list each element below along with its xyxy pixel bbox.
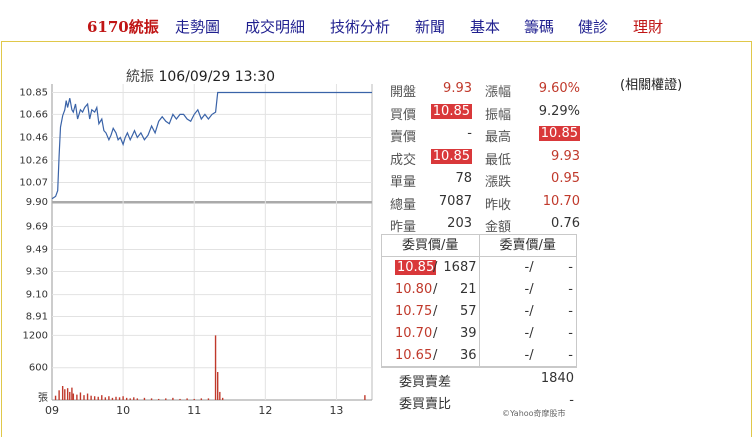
y-tick-label: 10.07	[19, 178, 48, 189]
buy-volume: 39	[459, 326, 477, 341]
buy-price: 10.70	[395, 326, 433, 341]
x-tick-label: 12	[258, 404, 272, 417]
volume-tick-label: 1200	[23, 330, 48, 341]
sell-volume: -	[568, 326, 573, 341]
orderbook-row: 10.70/ 39 -/ -	[382, 323, 576, 345]
sell-volume: -	[568, 304, 573, 319]
y-tick-label: 10.46	[19, 133, 48, 144]
quote-label: 漲跌	[485, 175, 512, 190]
quote-row: 開盤 9.93 漲幅 9.60%	[390, 81, 580, 104]
buy-volume: 36	[459, 348, 477, 363]
sell-price: -/	[524, 282, 534, 297]
ratio-value: -	[569, 393, 574, 408]
separator: /	[433, 260, 438, 275]
diff-label: 委買賣差	[399, 375, 452, 390]
x-tick-label: 09	[45, 404, 59, 417]
orderbook-header: 委買價/量 委賣價/量	[382, 235, 576, 257]
quote-label: 賣價	[390, 130, 417, 145]
quote-value: 203	[447, 216, 472, 231]
quote-value: 7087	[438, 193, 472, 209]
buy-price: 10.85	[395, 260, 437, 275]
quote-row: 總量 7087 昨收 10.70	[390, 194, 580, 217]
volume-tick-label: 600	[29, 363, 48, 374]
quote-label: 買價	[390, 107, 417, 123]
y-tick-label: 10.66	[19, 109, 48, 120]
quote-row: 買價 10.85 振幅 9.29%	[390, 103, 580, 127]
quote-value: 9.29%	[538, 103, 580, 119]
separator: /	[433, 304, 438, 319]
diff-value: 1840	[540, 371, 574, 386]
sell-price: -/	[524, 326, 534, 341]
intraday-chart: 10.85 10.66 10.46 10.26 10.07 9.90 9.69 9.49 9.3…	[19, 84, 373, 417]
quote-row: 成交 10.85 最低 9.93	[390, 148, 580, 172]
quote-value: 9.93	[443, 81, 472, 96]
quote-value: 9.60%	[538, 81, 580, 96]
sell-volume: -	[568, 348, 573, 363]
buy-header: 委買價/量	[382, 235, 480, 256]
y-tick-label: 8.91	[26, 312, 48, 323]
quote-table: 開盤 9.93 漲幅 9.60% 買價 10.85 振幅 9.29% 賣價 - 最高 10.85 成交 1…	[390, 81, 580, 239]
orderbook-summary: 委買賣差 1840 委買賣比 -	[381, 366, 577, 412]
separator: /	[433, 282, 438, 297]
x-tick-label: 11	[187, 404, 201, 417]
sell-volume: -	[568, 260, 573, 275]
sell-price: -/	[524, 304, 534, 319]
buy-volume: 1687	[443, 260, 477, 275]
sell-price: -/	[524, 260, 534, 275]
buy-price: 10.65	[395, 348, 433, 363]
quote-label: 振幅	[485, 107, 512, 123]
orderbook-row: 10.80/ 21 -/ -	[382, 279, 576, 301]
quote-label: 最高	[485, 130, 512, 145]
buy-price: 10.75	[395, 304, 433, 319]
quote-label: 成交	[390, 152, 417, 168]
quote-label: 昨收	[485, 197, 512, 213]
quote-label: 昨量	[390, 220, 417, 235]
sell-volume: -	[568, 282, 573, 297]
quote-value: 0.95	[551, 171, 580, 186]
sell-header: 委賣價/量	[499, 238, 556, 253]
y-tick-label: 10.85	[19, 87, 48, 98]
quote-value: 0.76	[551, 216, 580, 231]
y-tick-label: 9.49	[26, 245, 48, 256]
yahoo-credit: ©Yahoo奇摩股市	[502, 409, 566, 418]
quote-label: 漲幅	[485, 85, 512, 100]
quote-label: 總量	[390, 197, 417, 213]
quote-value: 9.93	[551, 148, 580, 164]
buy-price: 10.80	[395, 282, 433, 297]
volume-tick-label: 張	[38, 392, 48, 404]
buy-volume: 21	[459, 282, 477, 297]
x-tick-label: 10	[116, 404, 130, 417]
quote-value: 10.85	[538, 126, 580, 141]
quote-value: 10.70	[542, 193, 580, 209]
quote-label: 單量	[390, 175, 417, 190]
summary-diff-row: 委買賣差 1840	[381, 367, 577, 390]
quote-row: 單量 78 漲跌 0.95	[390, 171, 580, 194]
x-tick-label: 13	[329, 404, 343, 417]
quote-label: 最低	[485, 152, 512, 168]
sell-price: -/	[524, 348, 534, 363]
separator: /	[433, 326, 438, 341]
y-tick-label: 9.69	[26, 221, 48, 232]
y-tick-label: 9.30	[26, 266, 48, 277]
y-tick-label: 9.90	[26, 197, 48, 208]
separator: /	[433, 348, 438, 363]
orderbook: 委買價/量 委賣價/量 10.85/1687 -/-10.80/21 -/-10.7…	[381, 234, 577, 368]
orderbook-row: 10.65/ 36 -/ -	[382, 345, 576, 367]
buy-volume: 57	[459, 304, 477, 319]
quote-value: 10.85	[430, 103, 472, 119]
quote-label: 開盤	[390, 85, 417, 100]
quote-value: 10.85	[430, 148, 472, 164]
orderbook-row: 10.75/ 57 -/ -	[382, 301, 576, 323]
quote-row: 賣價 - 最高 10.85	[390, 126, 580, 149]
ratio-label: 委買賣比	[399, 397, 452, 412]
y-tick-label: 10.26	[19, 156, 48, 167]
quote-value: -	[467, 126, 472, 141]
y-tick-label: 9.10	[26, 290, 48, 301]
quote-value: 78	[455, 171, 472, 186]
related-warrants-link[interactable]: (相關權證)	[620, 74, 682, 93]
quote-label: 金額	[485, 220, 512, 235]
orderbook-row: 10.85/ 1687 -/ -	[382, 257, 576, 279]
